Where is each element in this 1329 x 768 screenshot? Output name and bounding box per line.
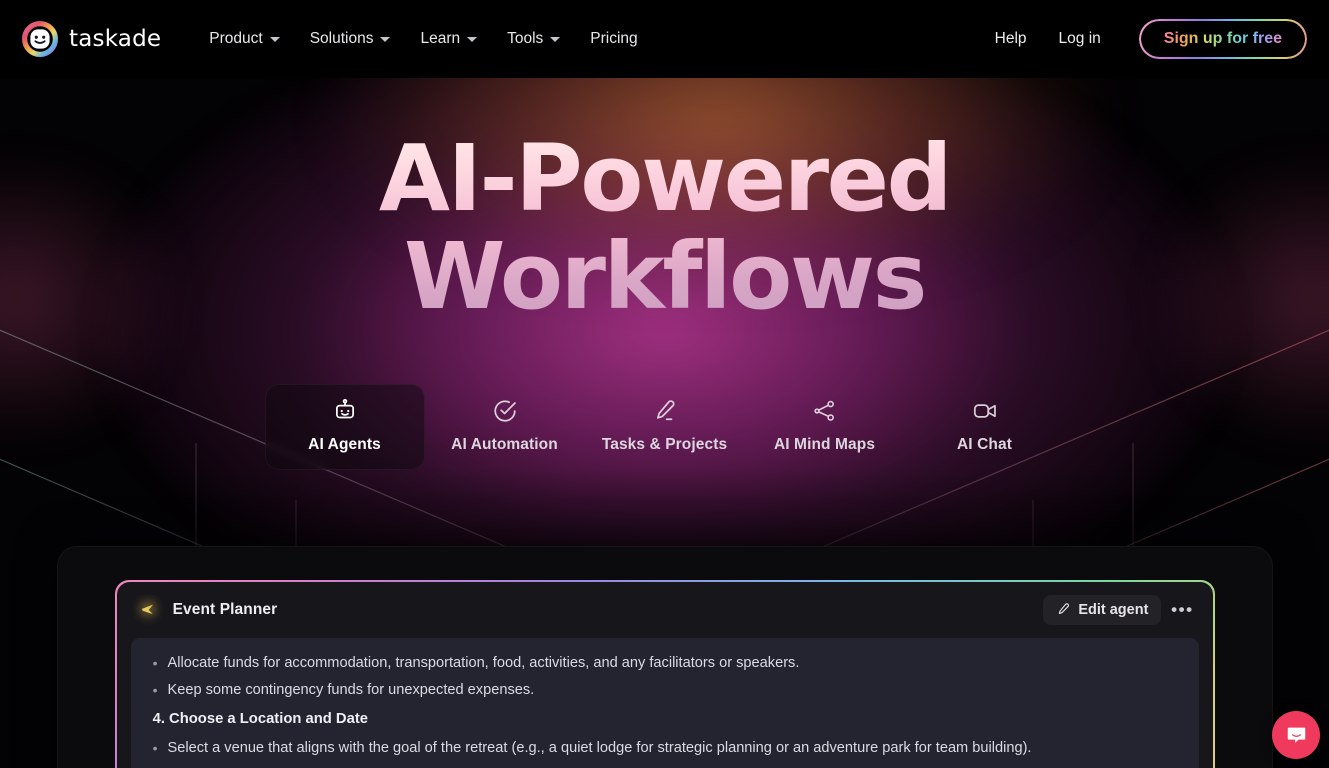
document-bullet-item: • Allocate funds for accommodation, tran… — [153, 650, 1182, 677]
hero-title-line-1: AI-Powered — [378, 125, 951, 232]
agent-document: • Allocate funds for accommodation, tran… — [130, 637, 1200, 768]
login-link[interactable]: Log in — [1045, 22, 1115, 56]
document-text: Allocate funds for accommodation, transp… — [167, 654, 800, 671]
chevron-down-icon — [380, 36, 391, 42]
tab-label: AI Automation — [451, 436, 558, 453]
agent-title: Event Planner — [172, 600, 278, 618]
document-bullet-item: • Select a venue that aligns with the go… — [153, 735, 1182, 762]
signup-button[interactable]: Sign up for free — [1138, 19, 1307, 59]
chevron-down-icon — [550, 36, 561, 42]
tab-ai-agents[interactable]: AI Agents — [264, 384, 425, 470]
feature-tabs: AI Agents AI Automation Tasks & Projects — [0, 384, 1329, 470]
agent-card-actions: Edit agent ••• — [1043, 594, 1197, 625]
tab-label: AI Chat — [957, 436, 1012, 453]
tab-tasks-projects[interactable]: Tasks & Projects — [585, 384, 745, 470]
bullet-glyph: • — [152, 654, 158, 671]
agent-spark-icon — [132, 594, 163, 625]
check-circle-icon — [493, 400, 516, 422]
nav-label: Product — [209, 30, 263, 47]
nav-item-learn[interactable]: Learn — [408, 22, 489, 56]
more-options-button[interactable]: ••• — [1167, 595, 1197, 625]
tab-label: AI Mind Maps — [773, 436, 876, 453]
tab-label: Tasks & Projects — [601, 436, 728, 453]
edit-agent-label: Edit agent — [1078, 601, 1149, 618]
nav-label: Learn — [420, 30, 461, 47]
chevron-down-icon — [467, 36, 478, 42]
video-camera-icon — [973, 404, 996, 418]
chat-bubble-icon — [1287, 727, 1305, 743]
agent-preview-card: Event Planner Edit agent ••• • Allocate … — [115, 580, 1215, 768]
nav-label: Solutions — [309, 30, 374, 47]
site-header: taskade Product Solutions Learn Tools Pr… — [0, 0, 1329, 78]
nav-item-tools[interactable]: Tools — [495, 22, 572, 56]
document-text: Keep some contingency funds for unexpect… — [167, 681, 535, 698]
help-link[interactable]: Help — [981, 22, 1041, 56]
nav-item-product[interactable]: Product — [197, 22, 291, 56]
nav-label: Pricing — [590, 30, 638, 47]
robot-icon — [335, 398, 354, 419]
nav-label: Tools — [507, 30, 544, 47]
document-text: Select a venue that aligns with the goal… — [167, 739, 1032, 756]
hero-title-line-2: Workflows — [404, 223, 925, 330]
tab-label: AI Agents — [308, 436, 381, 453]
page-root: taskade Product Solutions Learn Tools Pr… — [0, 0, 1329, 768]
share-nodes-icon — [813, 400, 834, 421]
document-bullet-item: • Keep some contingency funds for unexpe… — [153, 677, 1182, 704]
agent-card-header: Event Planner Edit agent ••• — [117, 582, 1214, 638]
edit-agent-button[interactable]: Edit agent — [1043, 594, 1162, 625]
bullet-glyph: • — [152, 681, 158, 698]
signup-button-label: Sign up for free — [1163, 30, 1282, 47]
document-heading: 4. Choose a Location and Date — [152, 710, 369, 727]
chat-widget-button[interactable] — [1272, 711, 1320, 759]
pencil-icon — [1059, 603, 1070, 615]
nav-item-pricing[interactable]: Pricing — [578, 22, 649, 56]
logo-home-link[interactable]: taskade — [22, 21, 161, 57]
nav-item-solutions[interactable]: Solutions — [298, 22, 403, 56]
pencil-icon — [656, 400, 674, 421]
hero-section: AI-Powered Workflows — [0, 78, 1329, 326]
tab-ai-automation[interactable]: AI Automation — [425, 384, 585, 470]
bullet-glyph: • — [152, 739, 158, 756]
product-screenshot-frame: Event Planner Edit agent ••• • Allocate … — [57, 546, 1273, 768]
page-title: AI-Powered Workflows — [0, 130, 1329, 326]
logo-wordmark: taskade — [69, 26, 162, 52]
taskade-logo-icon — [22, 21, 58, 57]
tab-ai-mind-maps[interactable]: AI Mind Maps — [745, 384, 905, 470]
header-actions: Help Log in Sign up for free — [981, 19, 1307, 59]
chevron-down-icon — [269, 36, 280, 42]
tab-ai-chat[interactable]: AI Chat — [905, 384, 1065, 470]
agent-preview-body: Event Planner Edit agent ••• • Allocate … — [116, 581, 1214, 768]
primary-navigation: Product Solutions Learn Tools Pricing — [197, 22, 649, 56]
